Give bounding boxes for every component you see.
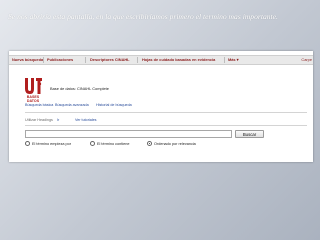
slide-caption: Se nos abriría esta pantalla, en la que … xyxy=(8,12,278,21)
radio-label: El término contiene xyxy=(97,142,130,146)
nav-evidence-care-sheets[interactable]: Hojas de cuidado basadas en evidencia xyxy=(142,56,215,64)
radio-button-icon xyxy=(25,141,30,147)
radio-contains[interactable]: El término contiene xyxy=(90,141,130,147)
tab-search-history[interactable]: Historial de búsqueda xyxy=(96,103,132,107)
search-button[interactable]: Buscar xyxy=(235,130,264,138)
radio-begins-with[interactable]: El término empieza por xyxy=(25,141,71,147)
use-headings-link[interactable]: Utilizar Headings xyxy=(25,118,53,122)
nav-folder-link[interactable]: Carpe xyxy=(301,56,312,64)
radio-button-icon xyxy=(90,141,95,147)
tab-basic-search[interactable]: Búsqueda básica xyxy=(25,103,53,107)
bases-de-datos-logo-icon xyxy=(25,78,42,94)
nav-more-menu[interactable]: Más ▾ xyxy=(228,56,239,64)
nav-new-search[interactable]: Nueva búsqueda xyxy=(12,56,43,64)
nav-separator xyxy=(43,57,44,63)
view-tutorials-link[interactable]: Ver tutoriales xyxy=(75,118,97,122)
tab-advanced-search[interactable]: Búsqueda avanzada xyxy=(55,103,89,107)
nav-publications[interactable]: Publicaciones xyxy=(47,56,73,64)
search-options: El término empieza por El término contie… xyxy=(25,141,285,147)
divider xyxy=(25,112,307,113)
nav-separator xyxy=(85,57,86,63)
radio-label: Ordenado por relevancia xyxy=(154,142,196,146)
radio-button-selected-icon xyxy=(147,141,152,147)
search-input[interactable] xyxy=(25,130,232,138)
top-navigation-bar: Nueva búsqueda Publicaciones Descriptore… xyxy=(9,55,313,65)
go-link[interactable]: Ir xyxy=(57,118,59,122)
database-label: Base de datos: CINAHL Complete xyxy=(50,86,109,91)
divider xyxy=(25,125,307,126)
cinahl-screenshot: Nueva búsqueda Publicaciones Descriptore… xyxy=(9,51,313,162)
nav-separator xyxy=(224,57,225,63)
nav-cinahl-descriptors[interactable]: Descriptores CINAHL xyxy=(90,56,130,64)
radio-relevance[interactable]: Ordenado por relevancia xyxy=(147,141,196,147)
radio-label: El término empieza por xyxy=(32,142,72,146)
nav-separator xyxy=(137,57,138,63)
